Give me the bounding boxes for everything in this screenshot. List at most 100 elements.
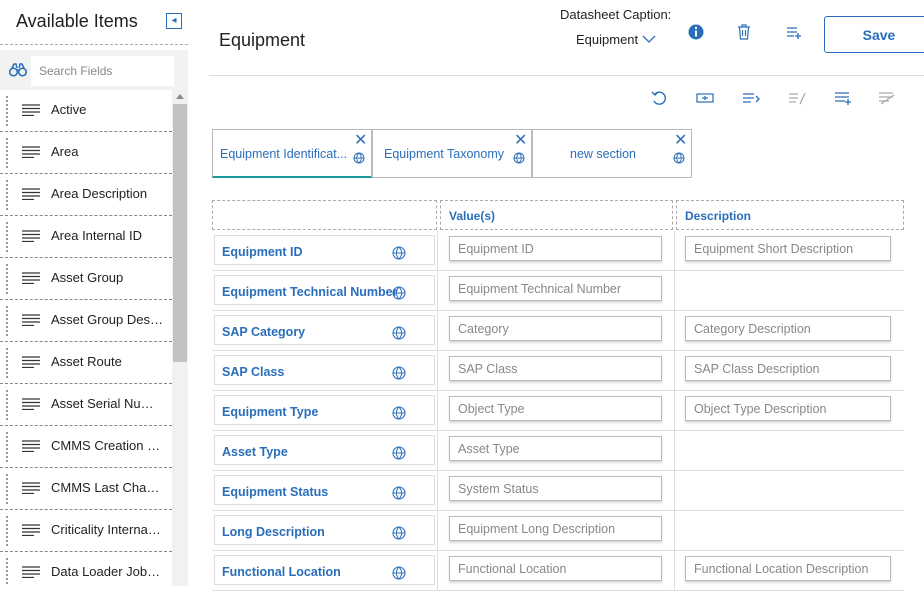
globe-icon[interactable] (353, 152, 365, 164)
list-item[interactable]: Asset Route (0, 342, 172, 384)
value-field[interactable]: Object Type (449, 396, 662, 421)
binoculars-icon (9, 63, 27, 77)
close-icon[interactable]: ✕ (514, 133, 527, 149)
divider (674, 511, 675, 551)
field-name[interactable]: SAP Class (222, 365, 284, 379)
datasheet-caption-select[interactable]: Equipment (576, 32, 638, 47)
field-name[interactable]: Functional Location (222, 565, 341, 579)
field-name[interactable]: SAP Category (222, 325, 305, 339)
info-icon[interactable] (687, 23, 705, 41)
table-row: Equipment ID Equipment ID Equipment Short … (212, 231, 904, 271)
value-field[interactable]: Equipment Technical Number (449, 276, 662, 301)
globe-icon[interactable] (392, 526, 406, 540)
field-name[interactable]: Equipment Type (222, 405, 318, 419)
value-field[interactable]: Equipment ID (449, 236, 662, 261)
drag-handle-icon[interactable] (6, 474, 9, 504)
drag-handle-icon[interactable] (6, 390, 9, 420)
description-field[interactable]: Object Type Description (685, 396, 891, 421)
drag-handle-icon[interactable] (6, 516, 9, 546)
save-button[interactable]: Save (824, 16, 924, 53)
globe-icon[interactable] (392, 406, 406, 420)
close-icon[interactable]: ✕ (674, 133, 687, 149)
value-field-text: Equipment ID (458, 242, 534, 256)
tab-label: Equipment Identificat... (220, 147, 348, 161)
list-item[interactable]: Asset Group (0, 258, 172, 300)
value-field[interactable]: SAP Class (449, 356, 662, 381)
field-lines-icon (22, 104, 40, 116)
globe-icon[interactable] (392, 246, 406, 260)
list-item[interactable]: Data Loader Job G... (0, 552, 172, 586)
field-name[interactable]: Long Description (222, 525, 325, 539)
list-item[interactable]: Area Internal ID (0, 216, 172, 258)
globe-icon[interactable] (673, 152, 685, 164)
description-field[interactable]: Category Description (685, 316, 891, 341)
globe-icon[interactable] (513, 152, 525, 164)
drag-handle-icon[interactable] (6, 180, 9, 210)
list-item-label: Area Internal ID (51, 228, 143, 243)
value-field[interactable]: Asset Type (449, 436, 662, 461)
field-name[interactable]: Equipment ID (222, 245, 303, 259)
field-name[interactable]: Equipment Technical Number (222, 285, 398, 299)
list-scrollbar[interactable] (172, 90, 188, 586)
drag-handle-icon[interactable] (6, 348, 9, 378)
tab-new-section[interactable]: new section ✕ (532, 129, 692, 178)
description-field[interactable]: SAP Class Description (685, 356, 891, 381)
value-field[interactable]: System Status (449, 476, 662, 501)
drag-handle-icon[interactable] (6, 432, 9, 462)
value-field[interactable]: Category (449, 316, 662, 341)
list-item[interactable]: CMMS Last Chang... (0, 468, 172, 510)
list-item[interactable]: Area Description (0, 174, 172, 216)
globe-icon[interactable] (392, 446, 406, 460)
globe-icon[interactable] (392, 326, 406, 340)
scrollbar-thumb[interactable] (173, 104, 187, 362)
field-lines-icon (22, 524, 40, 536)
insert-field-icon[interactable] (696, 90, 714, 106)
search-fields-input[interactable] (31, 56, 174, 86)
globe-icon[interactable] (392, 486, 406, 500)
list-item[interactable]: Criticality Internal ... (0, 510, 172, 552)
divider (437, 391, 438, 431)
drag-handle-icon[interactable] (6, 306, 9, 336)
chevron-down-icon[interactable] (642, 34, 656, 44)
list-item[interactable]: CMMS Creation Da... (0, 426, 172, 468)
description-field-text: SAP Class Description (694, 362, 820, 376)
divider (437, 431, 438, 471)
drag-handle-icon[interactable] (6, 264, 9, 294)
divider (674, 471, 675, 511)
trash-icon[interactable] (735, 23, 753, 41)
scroll-up-arrow-icon[interactable] (176, 94, 184, 99)
add-row-icon[interactable] (785, 23, 803, 41)
tab-equipment-identification[interactable]: Equipment Identificat... ✕ (212, 129, 372, 178)
description-field[interactable]: Equipment Short Description (685, 236, 891, 261)
field-name[interactable]: Equipment Status (222, 485, 328, 499)
drag-handle-icon[interactable] (6, 96, 9, 126)
divider (437, 471, 438, 511)
drag-handle-icon[interactable] (6, 558, 9, 586)
drag-handle-icon[interactable] (6, 138, 9, 168)
table-row: Equipment Type Object Type Object Type Des… (212, 391, 904, 431)
field-name[interactable]: Asset Type (222, 445, 288, 459)
add-column-icon[interactable] (742, 90, 760, 106)
close-icon[interactable]: ✕ (354, 133, 367, 149)
add-section-icon[interactable] (834, 90, 852, 106)
undo-icon[interactable] (650, 90, 668, 106)
globe-icon[interactable] (392, 366, 406, 380)
divider (437, 311, 438, 351)
list-item[interactable]: Area (0, 132, 172, 174)
collapse-panel-button[interactable]: ◂ (166, 13, 182, 29)
list-item[interactable]: Active (0, 90, 172, 132)
divider (674, 351, 675, 391)
description-field[interactable]: Functional Location Description (685, 556, 891, 581)
value-field[interactable]: Equipment Long Description (449, 516, 662, 541)
field-lines-icon (22, 188, 40, 200)
list-item[interactable]: Asset Group Descr... (0, 300, 172, 342)
list-item[interactable]: Asset Serial Numb... (0, 384, 172, 426)
globe-icon[interactable] (392, 286, 406, 300)
value-field[interactable]: Functional Location (449, 556, 662, 581)
list-item-label: Asset Serial Numb... (51, 396, 163, 411)
drag-handle-icon[interactable] (6, 222, 9, 252)
table-row: Long Description Equipment Long Descripti… (212, 511, 904, 551)
list-item-label: Area (51, 144, 79, 159)
globe-icon[interactable] (392, 566, 406, 580)
tab-equipment-taxonomy[interactable]: Equipment Taxonomy ✕ (372, 129, 532, 178)
